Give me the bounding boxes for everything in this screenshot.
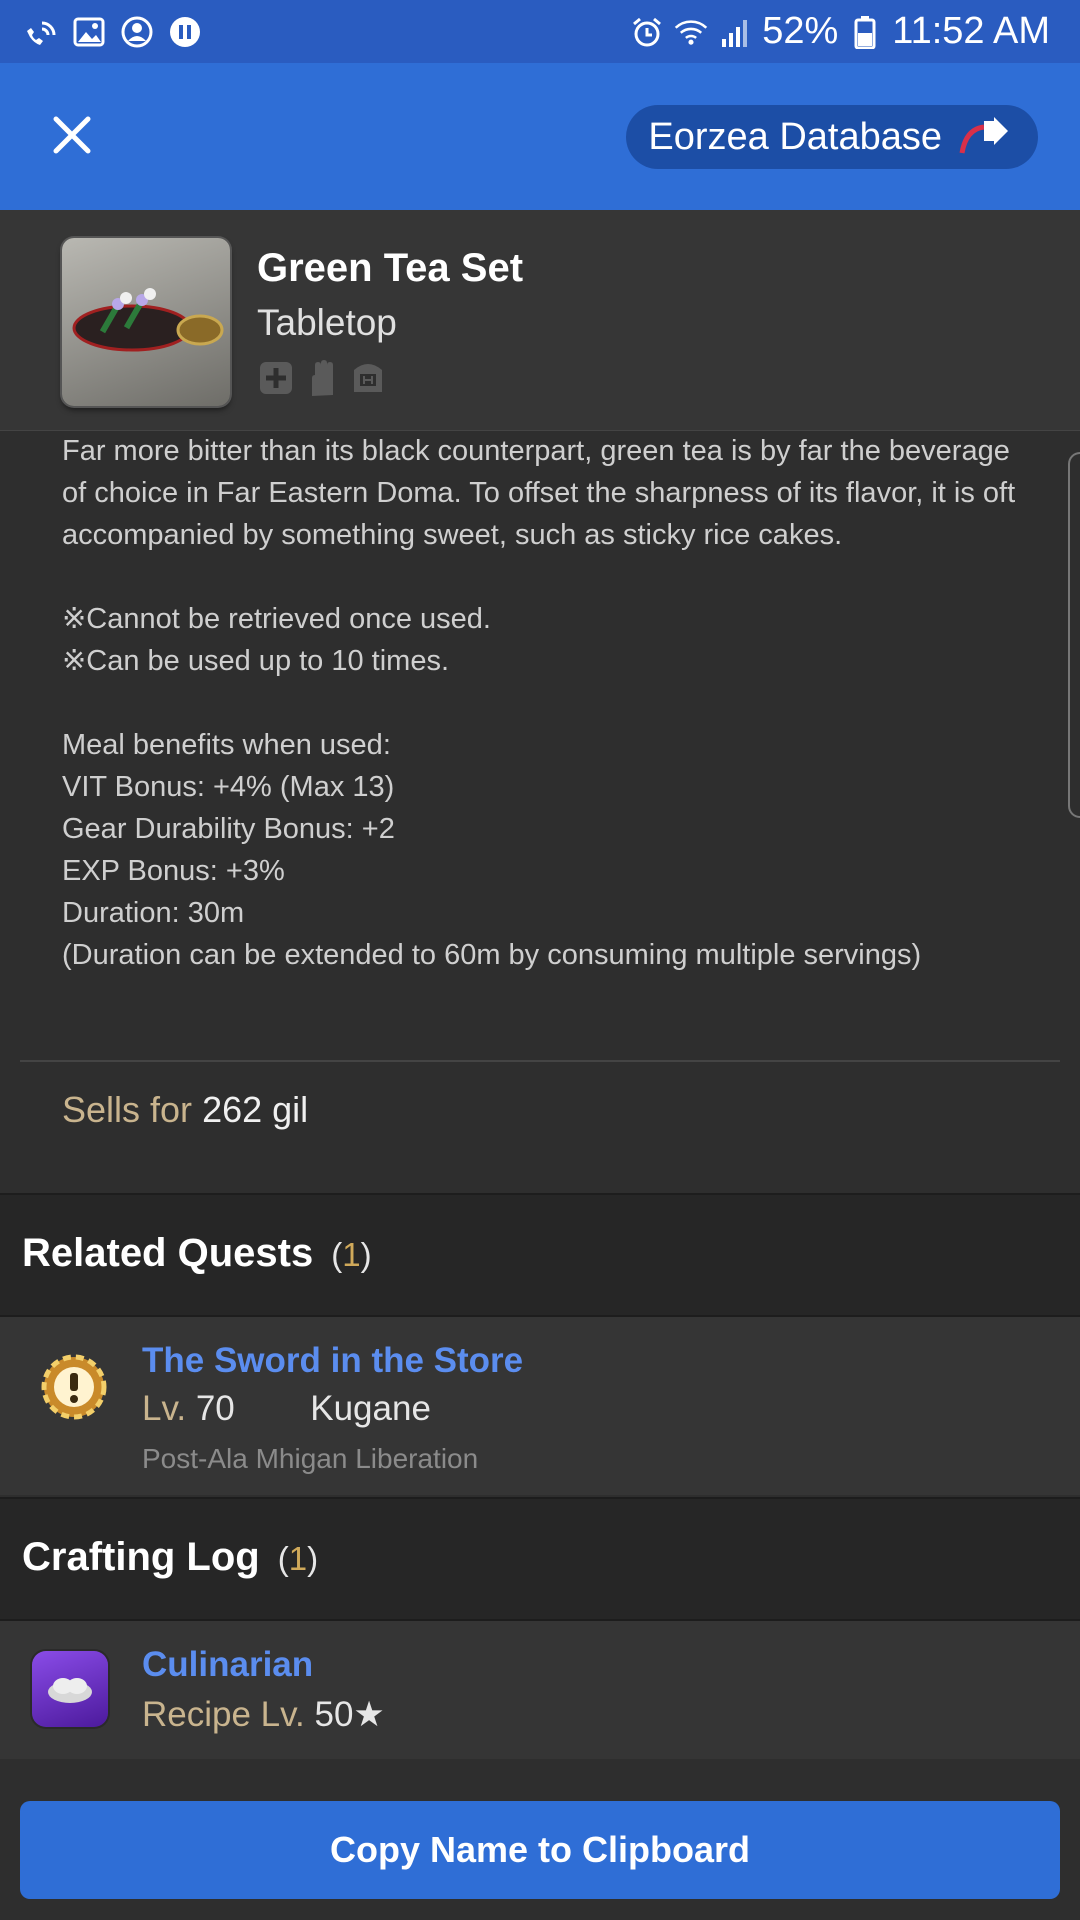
account-icon: [120, 15, 154, 49]
plus-icon: [260, 362, 292, 394]
description-line: ※Cannot be retrieved once used.: [62, 603, 491, 635]
market-icon: [354, 364, 382, 392]
crafting-log-header: Crafting Log (1): [0, 1497, 1080, 1621]
close-icon: [53, 116, 91, 154]
divider: [20, 1060, 1060, 1062]
meal-duration-note: (Duration can be extended to 60m by cons…: [62, 939, 922, 971]
quest-icon: [41, 1354, 107, 1420]
crafting-row[interactable]: Culinarian Recipe Lv. 50★: [0, 1621, 1080, 1759]
item-type: Tabletop: [257, 302, 397, 343]
quest-level-label: Lv.: [142, 1389, 187, 1428]
item-header: Green Tea Set Tabletop: [0, 210, 1080, 431]
item-description: Far more bitter than its black counterpa…: [62, 430, 1022, 976]
eorzea-database-label: Eorzea Database: [648, 115, 942, 158]
scrollbar[interactable]: [1068, 452, 1080, 818]
related-quests-title: Related Quests: [22, 1231, 314, 1275]
related-quests-count: (1): [331, 1236, 372, 1273]
status-notifications: [0, 15, 202, 49]
meal-benefit: VIT Bonus: +4% (Max 13): [62, 771, 395, 803]
description-text: Far more bitter than its black counterpa…: [62, 435, 1016, 551]
wifi-call-icon: [24, 15, 58, 49]
eorzea-database-button[interactable]: Eorzea Database: [626, 105, 1038, 169]
close-button[interactable]: [40, 103, 104, 167]
status-system: 52% 11:52 AM: [630, 10, 1080, 53]
wifi-icon: [674, 15, 708, 49]
meal-benefits-heading: Meal benefits when used:: [62, 729, 391, 761]
clock: 11:52 AM: [892, 10, 1050, 52]
signal-icon: [718, 15, 752, 49]
pause-icon: [168, 15, 202, 49]
meal-benefit: EXP Bonus: +3%: [62, 855, 285, 887]
status-bar: 52% 11:52 AM: [0, 0, 1080, 63]
alarm-icon: [630, 15, 664, 49]
item-name: Green Tea Set: [257, 246, 524, 290]
related-quests-header: Related Quests (1): [0, 1193, 1080, 1317]
sell-price-label: Sells for: [62, 1089, 193, 1130]
crafting-log-title: Crafting Log: [22, 1535, 260, 1579]
sell-price-value: 262 gil: [202, 1089, 309, 1130]
image-icon: [72, 15, 106, 49]
quest-row[interactable]: The Sword in the Store Lv. 70 Kugane Pos…: [0, 1317, 1080, 1495]
crafting-class-name[interactable]: Culinarian: [142, 1645, 313, 1685]
meal-benefit: Gear Durability Bonus: +2: [62, 813, 395, 845]
item-image: [62, 238, 230, 406]
quest-level: 70: [195, 1389, 235, 1428]
quest-location: Kugane: [310, 1389, 431, 1428]
app-bar: Eorzea Database: [0, 63, 1080, 210]
recipe-level: 50★: [314, 1695, 385, 1734]
item-flags: [258, 358, 386, 398]
recipe-level-label: Recipe Lv.: [142, 1695, 305, 1734]
crafting-log-count: (1): [277, 1540, 319, 1577]
culinarian-icon: [32, 1651, 108, 1727]
section-title: Crafting Log (1): [22, 1535, 318, 1580]
recipe-details: Recipe Lv. 50★: [142, 1695, 385, 1735]
quest-details: Lv. 70 Kugane: [142, 1389, 431, 1429]
description-line: ※Can be used up to 10 times.: [62, 645, 450, 677]
sell-price: Sells for 262 gil: [62, 1089, 308, 1131]
hand-icon: [312, 360, 333, 396]
battery-percent: 52%: [762, 10, 839, 52]
meal-duration: Duration: 30m: [62, 897, 245, 929]
count-number: 1: [342, 1236, 361, 1273]
section-title: Related Quests (1): [22, 1231, 372, 1276]
external-link-icon: [959, 117, 1008, 154]
quest-note: Post-Ala Mhigan Liberation: [142, 1443, 479, 1474]
copy-name-button[interactable]: Copy Name to Clipboard: [20, 1801, 1060, 1899]
count-number: 1: [288, 1540, 308, 1577]
quest-name[interactable]: The Sword in the Store: [142, 1341, 523, 1381]
battery-icon: [848, 15, 882, 49]
green-tea-set-icon: [72, 288, 224, 352]
